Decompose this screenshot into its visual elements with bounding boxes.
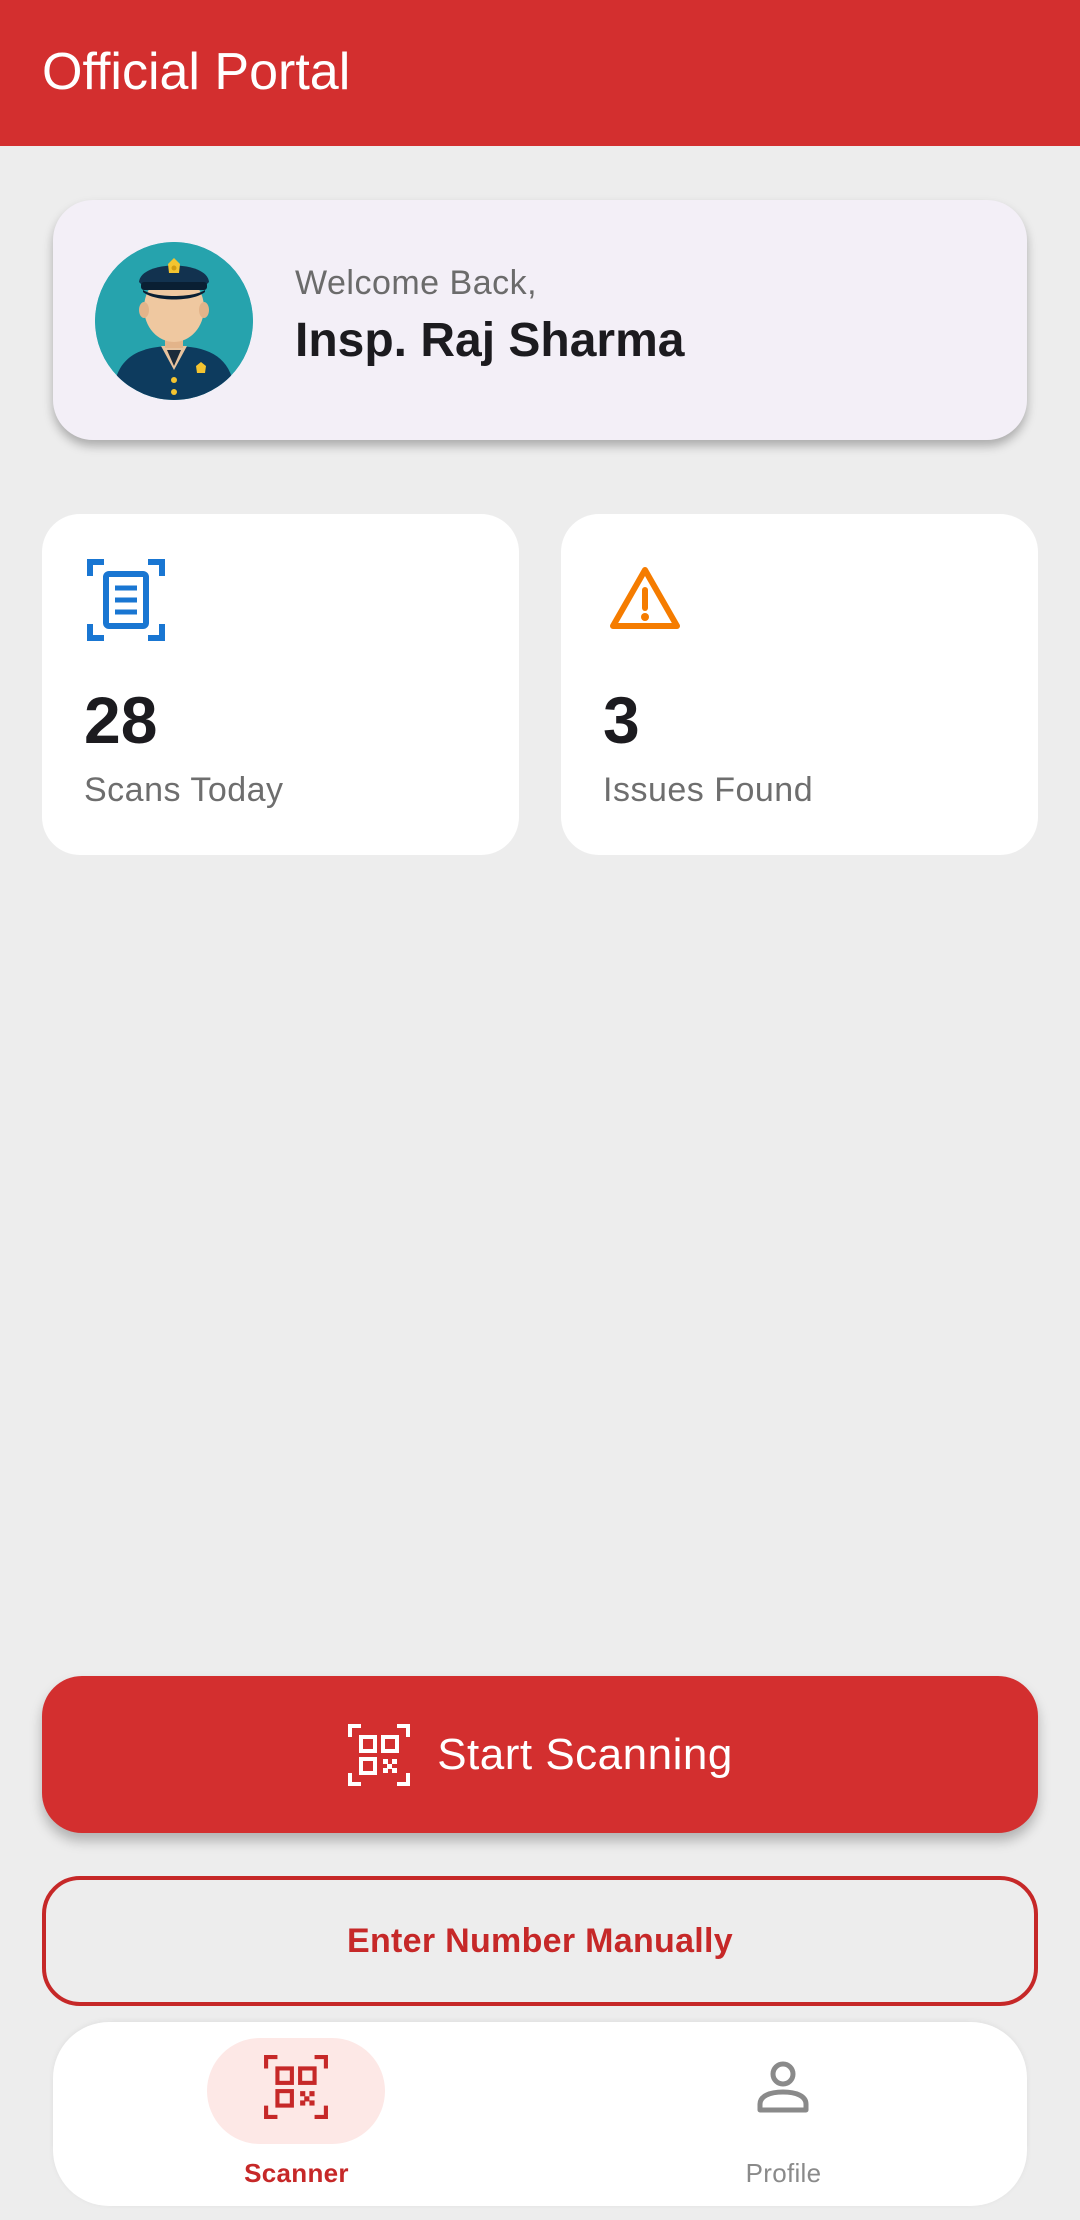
nav-item-profile[interactable]: Profile (540, 2022, 1027, 2206)
start-scanning-label: Start Scanning (437, 1729, 733, 1779)
qr-code-scan-icon (263, 2054, 329, 2120)
police-officer-avatar (95, 242, 253, 400)
start-scanning-button[interactable]: Start Scanning (42, 1676, 1038, 1833)
stat-card-issues-found: 3 Issues Found (561, 514, 1038, 855)
app-title: Official Portal (42, 43, 351, 101)
app-bar: Official Portal (0, 0, 1080, 146)
welcome-greeting: Welcome Back, (295, 264, 538, 302)
qr-code-scan-icon (347, 1723, 411, 1787)
nav-label-scanner: Scanner (244, 2158, 349, 2188)
issues-found-count: 3 (603, 683, 640, 757)
bottom-navigation: Scanner Profile (53, 2022, 1027, 2206)
scans-today-label: Scans Today (84, 771, 284, 809)
person-icon (750, 2054, 816, 2120)
officer-name: Insp. Raj Sharma (295, 314, 685, 367)
welcome-card: Welcome Back, Insp. Raj Sharma (53, 200, 1027, 440)
warning-icon (605, 558, 685, 642)
document-scan-icon (86, 558, 166, 642)
scans-today-count: 28 (84, 683, 158, 757)
nav-item-scanner[interactable]: Scanner (53, 2022, 540, 2206)
issues-found-label: Issues Found (603, 771, 814, 809)
enter-number-manually-button[interactable]: Enter Number Manually (42, 1876, 1038, 2006)
nav-label-profile: Profile (745, 2158, 822, 2188)
enter-number-manually-label: Enter Number Manually (346, 1921, 734, 1960)
stat-card-scans-today: 28 Scans Today (42, 514, 519, 855)
